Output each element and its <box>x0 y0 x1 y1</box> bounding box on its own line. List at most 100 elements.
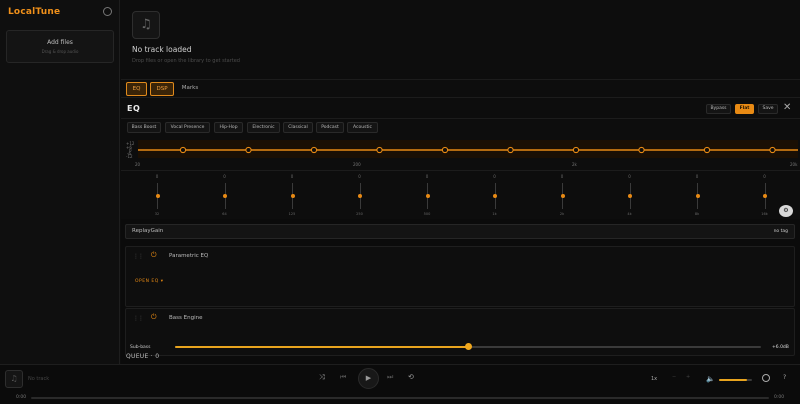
add-files-dropzone[interactable]: Add files Drag & drop audio <box>6 30 114 63</box>
subbass-fill <box>175 346 468 348</box>
now-playing-subtitle: Drop files or open the library to get st… <box>132 58 240 64</box>
queue-label[interactable]: QUEUE · 0 <box>126 353 159 360</box>
eq-curve-node[interactable] <box>507 146 514 154</box>
curve-freq-label: 20k <box>790 162 798 167</box>
progress-bar[interactable] <box>31 397 769 399</box>
bypass-button[interactable]: Bypass <box>706 104 731 114</box>
module-name: Bass Engine <box>169 315 203 321</box>
play-button[interactable]: ▶ <box>358 368 379 389</box>
power-icon[interactable]: ⏻ <box>151 251 157 260</box>
eq-curve-node[interactable] <box>638 146 645 154</box>
dsp-panel: ReplayGain no tag ⋮⋮ ⏻ Parametric EQ OPE… <box>121 219 800 364</box>
band-freq-label: 1k <box>492 212 497 216</box>
github-icon[interactable] <box>103 7 112 16</box>
eq-curve-node[interactable] <box>703 146 711 154</box>
band-freq-label: 4k <box>627 212 632 216</box>
theme-toggle-icon[interactable] <box>762 374 770 382</box>
eq-band-sliders: ⚙ 0 32 0 64 0 125 0 250 0 500 0 1k 0 2k 0 4k 0 8k 0 16k <box>121 170 800 218</box>
open-eq-button[interactable]: OPEN EQ ▾ <box>135 279 163 284</box>
volume-icon[interactable]: 🔈 <box>706 375 715 383</box>
help-icon[interactable]: ? <box>783 374 786 381</box>
subbass-knob[interactable] <box>464 343 472 350</box>
replaygain-label: ReplayGain <box>132 228 164 234</box>
band-slider-knob[interactable] <box>695 194 700 198</box>
tab-marks[interactable]: Marks <box>178 82 202 96</box>
band-gain-value: 0 <box>425 174 429 179</box>
band-freq-label: 2k <box>559 212 565 216</box>
preset-hip-hop[interactable]: Hip-Hop <box>214 122 243 133</box>
curve-freq-label: 20 <box>135 162 141 167</box>
curve-tick-label: -12 <box>126 154 133 159</box>
band-gain-value: 0 <box>223 174 226 179</box>
sidebar: LocalTune Add files Drag & drop audio <box>0 0 120 364</box>
minus-icon[interactable]: − <box>672 374 676 380</box>
time-current: 0:00 <box>16 395 27 400</box>
curve-freq-label: 200 <box>353 162 361 167</box>
band-gain-value: 0 <box>560 174 564 179</box>
band-slider-knob[interactable] <box>560 194 565 198</box>
preset-classical[interactable]: Classical <box>283 122 313 133</box>
eq-curve-node[interactable] <box>376 146 383 154</box>
preset-vocal-presence[interactable]: Vocal Presence <box>165 122 210 133</box>
module-name: Parametric EQ <box>169 253 209 259</box>
repeat-icon[interactable]: ⟲ <box>408 373 414 381</box>
curve-freq-label: 2k <box>572 162 578 167</box>
eq-curve-node[interactable] <box>179 146 187 154</box>
power-icon[interactable]: ⏻ <box>151 313 157 322</box>
band-freq-label: 64 <box>222 212 227 216</box>
now-playing-title: No track loaded <box>132 45 192 54</box>
band-slider-knob[interactable] <box>290 194 295 198</box>
sliders-reset-icon[interactable]: ⚙ <box>779 205 793 217</box>
eq-curve[interactable]: +12 +6 0 -6 -12 20 200 2k 20k <box>121 137 800 170</box>
subbass-slider[interactable] <box>175 343 761 350</box>
previous-icon[interactable]: ⏮ <box>340 373 346 382</box>
eq-curve-node[interactable] <box>310 146 318 154</box>
preset-podcast[interactable]: Podcast <box>316 122 344 133</box>
shuffle-icon[interactable]: ⤨ <box>319 373 325 382</box>
preset-acoustic[interactable]: Acoustic <box>347 122 378 133</box>
band-gain-value: 0 <box>763 174 766 179</box>
tab-dsp[interactable]: DSP <box>150 82 174 96</box>
band-slider-knob[interactable] <box>223 194 227 198</box>
eq-header: EQ Bypass Flat Save ✕ <box>121 99 800 119</box>
replaygain-bar: ReplayGain no tag <box>125 224 795 239</box>
band-freq-label: 32 <box>154 212 160 216</box>
band-freq-label: 500 <box>423 212 431 216</box>
band-gain-value: 0 <box>358 174 361 179</box>
flat-button[interactable]: Flat <box>735 104 754 114</box>
drag-handle-icon[interactable]: ⋮⋮ <box>133 315 144 322</box>
drag-handle-icon[interactable]: ⋮⋮ <box>133 253 144 260</box>
volume-slider[interactable] <box>719 379 752 381</box>
module-parametric-eq: ⋮⋮ ⏻ Parametric EQ OPEN EQ ▾ <box>125 246 795 307</box>
band-freq-label: 250 <box>356 212 363 216</box>
band-slider-knob[interactable] <box>628 194 632 198</box>
band-freq-label: 16k <box>761 212 768 216</box>
tab-eq[interactable]: EQ <box>126 82 147 96</box>
eq-curve-node[interactable] <box>441 146 449 154</box>
track-info: No track <box>28 376 50 382</box>
preset-bass-boost[interactable]: Bass Boost <box>127 122 161 133</box>
music-note-icon: ♫ <box>132 11 160 39</box>
plus-icon[interactable]: + <box>686 374 690 380</box>
band-slider-knob[interactable] <box>425 194 430 198</box>
eq-title: EQ <box>127 104 141 113</box>
eq-curve-node[interactable] <box>245 146 252 154</box>
module-bass-engine: ⋮⋮ ⏻ Bass Engine <box>125 308 795 356</box>
volume-fill <box>719 379 748 381</box>
subbass-label: Sub-bass <box>130 345 151 350</box>
band-slider-knob[interactable] <box>358 194 362 198</box>
save-button[interactable]: Save <box>758 104 778 114</box>
add-files-hint: Drag & drop audio <box>41 49 79 54</box>
music-note-icon: ♫ <box>5 370 23 388</box>
eq-curve-node[interactable] <box>769 146 776 154</box>
close-icon[interactable]: ✕ <box>783 102 791 113</box>
band-slider-knob[interactable] <box>155 194 160 198</box>
next-icon[interactable]: ⏭ <box>387 373 393 382</box>
playback-speed[interactable]: 1x <box>651 376 657 382</box>
band-slider-knob[interactable] <box>493 194 497 198</box>
band-slider-knob[interactable] <box>763 194 767 198</box>
replaygain-toggle[interactable]: no tag <box>774 229 788 234</box>
preset-electronic[interactable]: Electronic <box>247 122 280 133</box>
player-bar: ♫ No track ⤨ ⏮ ▶ ⏭ ⟲ 1x − + 🔈 ? 0:00 0:0… <box>0 364 800 404</box>
eq-curve-node[interactable] <box>572 146 580 154</box>
